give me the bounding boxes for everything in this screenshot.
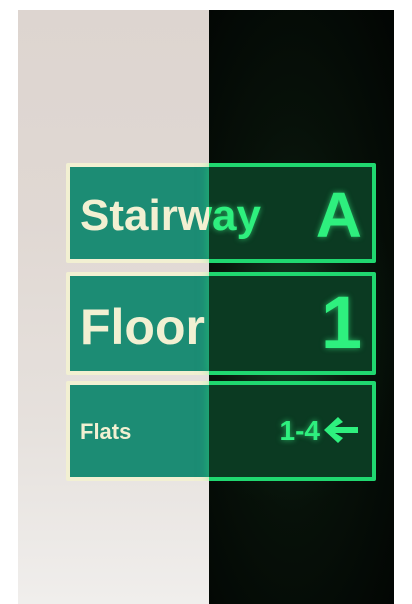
- floor-value-glow: 1: [320, 281, 362, 364]
- arrow-left-icon: [322, 415, 360, 445]
- flats-value-glow: 1-4: [279, 415, 320, 446]
- stairway-value-glow: A: [315, 179, 362, 251]
- flats-label: Flats: [80, 419, 132, 444]
- stairway-label-glow: Stairway: [209, 191, 261, 240]
- floor-label: Floor: [80, 299, 205, 355]
- photo-frame: Stairway A Stairway A Floor 1: [18, 10, 394, 604]
- stairway-sign: Stairway A Stairway A: [66, 163, 376, 263]
- floor-sign: Floor 1 Floor 1: [66, 272, 376, 375]
- stairway-label: Stairway: [80, 191, 209, 240]
- flats-sign: Flats 1-4 Flats 1-4: [66, 381, 376, 481]
